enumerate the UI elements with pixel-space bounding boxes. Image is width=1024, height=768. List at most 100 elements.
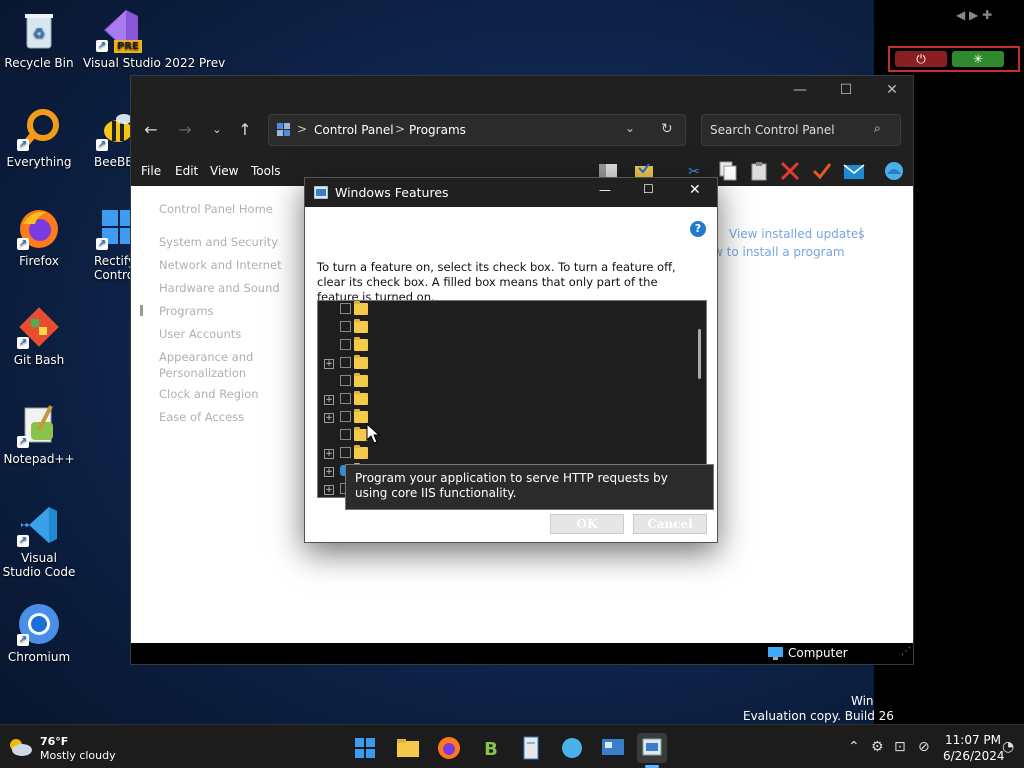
file-explorer-taskbar-icon[interactable] [393,733,423,763]
minimize-button[interactable]: — [777,76,823,104]
action-center-icon[interactable]: ⚙ [871,739,884,755]
sidebar-item-programs[interactable]: Programs [159,303,214,319]
expand-icon[interactable]: + [324,359,334,369]
breadcrumb-control-panel[interactable]: Control Panel [314,123,394,137]
sidebar-item-clock-region[interactable]: Clock and Region [159,386,259,402]
paste-icon[interactable] [748,160,770,182]
desktop-icon-recycle-bin[interactable]: ♻ Recycle Bin [1,8,77,70]
desktop-icon-vscode[interactable]: ↗ Visual Studio Code [1,503,77,579]
list-item[interactable]: + [318,355,688,373]
internet-globe-icon[interactable] [883,160,905,182]
start-button[interactable] [350,733,380,763]
expand-icon[interactable]: + [324,467,334,477]
expand-icon[interactable]: + [324,413,334,423]
desktop-icon-chromium[interactable]: ↗ Chromium [1,602,77,664]
properties-check-icon[interactable] [811,160,833,182]
sidebar-item-ease-of-access[interactable]: Ease of Access [159,409,244,425]
sidebar-item-system-security[interactable]: System and Security [159,234,278,250]
menu-tools[interactable]: Tools [251,164,281,178]
weather-temperature[interactable]: 76°F [40,735,68,748]
list-item[interactable]: + [318,391,688,409]
up-arrow-icon[interactable]: ↑ [231,118,259,142]
desktop-icon-git-bash[interactable]: ↗ Git Bash [1,305,77,367]
beebeep-taskbar-icon[interactable]: B [476,733,506,763]
address-bar[interactable]: > Control Panel > Programs ⌄ ↻ [268,114,686,146]
dialog-minimize-button[interactable]: — [599,183,611,197]
feature-checkbox[interactable] [340,357,351,368]
list-item[interactable]: + [318,445,688,463]
network-icon[interactable]: ⊡ [894,739,906,755]
expand-icon[interactable]: + [324,449,334,459]
sidebar-item-user-accounts[interactable]: User Accounts [159,326,241,342]
breadcrumb-programs[interactable]: Programs [409,123,466,137]
forward-arrow-icon[interactable]: → [171,118,199,142]
weather-description[interactable]: Mostly cloudy [40,749,116,762]
menu-file[interactable]: File [141,164,161,178]
control-panel-taskbar-icon[interactable] [598,733,628,763]
expand-icon[interactable]: + [324,395,334,405]
desktop-icon-firefox[interactable]: ↗ Firefox [1,206,77,268]
list-item[interactable] [318,319,688,337]
feature-checkbox[interactable] [340,411,351,422]
list-item[interactable] [318,337,688,355]
menu-edit[interactable]: Edit [175,164,198,178]
tree-scrollbar-thumb[interactable] [698,329,701,379]
feature-checkbox[interactable] [340,321,351,332]
search-box[interactable]: Search Control Panel ⌕ [701,114,901,146]
copy-icon[interactable] [716,160,738,182]
cancel-button[interactable]: Cancel [633,514,707,534]
weather-cloud-icon[interactable] [6,735,34,757]
sidebar-item-appearance[interactable]: Appearance and Personalization [159,349,269,381]
notification-bell-icon[interactable]: ◔ [1002,739,1014,755]
navigation-bar: ← → ⌄ ↑ > Control Panel > Programs ⌄ ↻ S… [131,110,913,150]
email-icon[interactable] [843,160,865,182]
firefox-taskbar-icon[interactable] [434,733,464,763]
windows-features-taskbar-icon[interactable] [637,733,667,763]
power-widget[interactable]: ⏻ ✳ [888,46,1020,72]
address-dropdown-icon[interactable]: ⌄ [625,121,635,135]
list-item[interactable] [318,301,688,319]
vscode-icon: ↗ [17,503,61,547]
sidebar-item-control-panel-home[interactable]: Control Panel Home [159,201,273,217]
visual-studio-2022-icon: PRE ↗ [96,8,142,53]
menu-view[interactable]: View [210,164,238,178]
ok-button[interactable]: OK [550,514,624,534]
feature-tooltip: Program your application to serve HTTP r… [345,464,714,510]
dialog-close-button[interactable]: ✕ [689,182,701,198]
feature-checkbox[interactable] [340,339,351,350]
view-installed-updates-link[interactable]: View installed updates [729,227,865,241]
recent-locations-chevron-icon[interactable]: ⌄ [203,118,231,142]
feature-checkbox[interactable] [340,375,351,386]
desktop-icon-notepad-plus-plus[interactable]: ↗ Notepad++ [1,404,77,466]
feature-checkbox[interactable] [340,303,351,314]
how-to-install-link[interactable]: w to install a program [713,245,845,259]
volume-muted-icon[interactable]: ⊘ [918,739,930,755]
panel-arrows-icon[interactable]: ◀ ▶ ✚ [956,8,992,22]
internet-taskbar-icon[interactable] [557,733,587,763]
sidebar-item-hardware[interactable]: Hardware and Sound [159,280,280,296]
show-hidden-icons-chevron-icon[interactable]: ⌃ [848,739,860,755]
power-icon[interactable]: ⏻ [895,51,947,67]
notebook-taskbar-icon[interactable] [516,733,546,763]
clock-time[interactable]: 11:07 PM [945,733,1001,747]
git-bash-icon: ↗ [17,305,61,349]
sidebar-item-network[interactable]: Network and Internet [159,257,282,273]
list-item[interactable] [318,373,688,391]
desktop-icon-visual-studio-2022[interactable]: PRE ↗ Visual Studio 2022 Prev [80,8,225,70]
refresh-icon[interactable]: ↻ [661,121,673,137]
feature-checkbox[interactable] [340,429,351,440]
desktop-icon-everything[interactable]: ↗ Everything [1,107,77,169]
back-arrow-icon[interactable]: ← [137,118,165,142]
expand-icon[interactable]: + [324,485,334,495]
refresh-icon[interactable]: ✳ [952,51,1004,67]
resize-grip-icon[interactable]: ⋰ [901,646,911,657]
help-icon[interactable]: ? [690,221,706,237]
clock-date[interactable]: 6/26/2024 [943,749,1005,763]
maximize-button[interactable]: ☐ [823,76,869,104]
feature-checkbox[interactable] [340,393,351,404]
dialog-maximize-button[interactable]: ☐ [643,182,654,196]
selected-indicator [140,305,143,316]
feature-checkbox[interactable] [340,447,351,458]
close-button[interactable]: ✕ [869,76,915,104]
delete-icon[interactable] [779,160,801,182]
